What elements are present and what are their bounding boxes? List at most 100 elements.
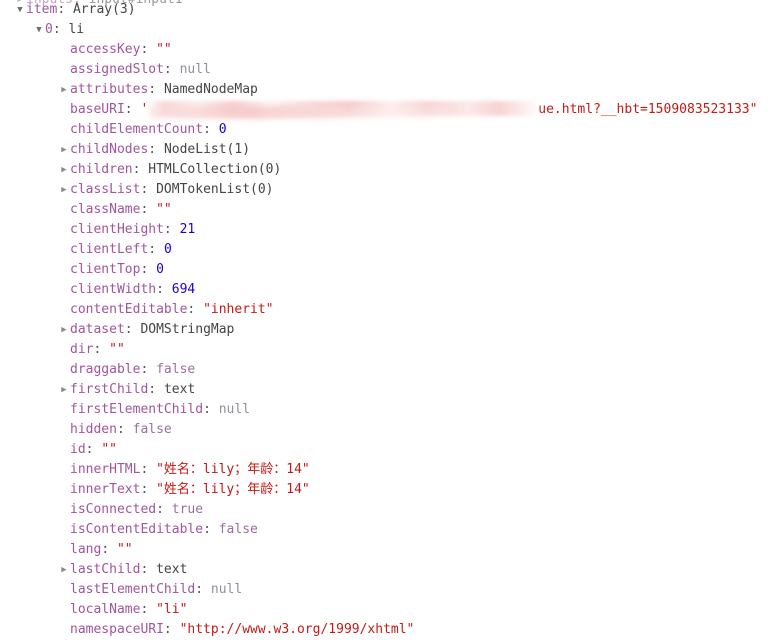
property-value: "li": [156, 602, 188, 617]
key-value-separator: :: [156, 282, 172, 297]
expanded-triangle-icon[interactable]: ▼: [33, 20, 45, 40]
key-value-separator: :: [163, 622, 180, 637]
property-value: 694: [171, 282, 196, 297]
property-value: null: [179, 62, 211, 77]
collapsed-triangle-icon[interactable]: ▶: [58, 560, 70, 580]
collapsed-triangle-icon[interactable]: ▶: [58, 380, 70, 400]
key-value-separator: :: [140, 562, 157, 577]
collapsed-triangle-icon[interactable]: ▶: [58, 320, 70, 340]
property-value[interactable]: text: [164, 382, 195, 397]
property-value[interactable]: text: [156, 562, 187, 577]
property-name: childElementCount: [70, 122, 204, 137]
property-name: clientHeight: [70, 222, 164, 237]
key-value-separator: :: [116, 422, 133, 437]
property-name: baseURI: [70, 102, 125, 117]
key-value-separator: :: [140, 42, 157, 57]
tree-row-item[interactable]: ▼ item: Array(3): [0, 0, 781, 20]
key-value-separator: :: [187, 302, 204, 317]
tree-row-clientwidth[interactable]: clientWidth: 694: [0, 280, 781, 300]
tree-row-accesskey[interactable]: accessKey: "": [0, 40, 781, 60]
tree-row-localname[interactable]: localName: "li": [0, 600, 781, 620]
console-object-inspector: ▶inputs: input#input1▼item: Array(3)▼0: …: [0, 0, 781, 644]
property-value: "": [156, 42, 172, 57]
property-value[interactable]: Array(3): [73, 2, 136, 17]
tree-row-draggable[interactable]: draggable: false: [0, 360, 781, 380]
property-name: clientWidth: [70, 282, 157, 297]
key-value-separator: :: [140, 262, 157, 277]
tree-row-clientleft[interactable]: clientLeft: 0: [0, 240, 781, 260]
key-value-separator: :: [124, 102, 141, 117]
tree-row-id[interactable]: id: "": [0, 440, 781, 460]
tree-row-assignedslot[interactable]: assignedSlot: null: [0, 60, 781, 80]
tree-row-attributes[interactable]: ▶ attributes: NamedNodeMap: [0, 80, 781, 100]
property-name: contentEditable: [70, 302, 188, 317]
property-name: lang: [70, 542, 102, 557]
key-value-separator: :: [148, 382, 164, 397]
tree-row-hidden[interactable]: hidden: false: [0, 420, 781, 440]
property-name: className: [70, 202, 141, 217]
key-value-separator: :: [140, 202, 157, 217]
property-value: false: [132, 422, 172, 437]
property-value: "http://www.w3.org/1999/xhtml": [179, 622, 415, 637]
tree-row-isconnected[interactable]: isConnected: true: [0, 500, 781, 520]
tree-row-clienttop[interactable]: clientTop: 0: [0, 260, 781, 280]
property-value: "": [156, 202, 172, 217]
property-name: hidden: [70, 422, 117, 437]
tree-row-firstelementchild[interactable]: firstElementChild: null: [0, 400, 781, 420]
key-value-separator: :: [156, 502, 172, 517]
property-name: classList: [70, 182, 141, 197]
property-name: assignedSlot: [70, 62, 164, 77]
key-value-separator: :: [203, 122, 219, 137]
property-value: "姓名：lily；年龄：14": [156, 462, 310, 477]
collapsed-triangle-icon[interactable]: ▶: [58, 160, 70, 180]
property-value: 0: [156, 262, 164, 277]
tree-row-childnodes[interactable]: ▶ childNodes: NodeList(1): [0, 140, 781, 160]
expanded-triangle-icon[interactable]: ▼: [14, 0, 26, 20]
property-name: firstChild: [70, 382, 149, 397]
key-value-separator: :: [101, 542, 117, 557]
tree-row-dir[interactable]: dir: "": [0, 340, 781, 360]
tree-row-firstchild[interactable]: ▶ firstChild: text: [0, 380, 781, 400]
property-value: 0: [218, 122, 227, 137]
key-value-separator: :: [140, 462, 157, 477]
tree-row-classlist[interactable]: ▶ classList: DOMTokenList(0): [0, 180, 781, 200]
tree-row-contenteditable[interactable]: contentEditable: "inherit": [0, 300, 781, 320]
tree-row-lang[interactable]: lang: "": [0, 540, 781, 560]
tree-row-classname[interactable]: className: "": [0, 200, 781, 220]
property-value: 0: [163, 242, 172, 257]
property-value[interactable]: li: [68, 22, 84, 37]
key-value-separator: :: [57, 2, 73, 17]
property-name: dir: [70, 342, 94, 357]
tree-row-innerhtml[interactable]: innerHTML: "姓名：lily；年龄：14": [0, 460, 781, 480]
tree-row-children[interactable]: ▶ children: HTMLCollection(0): [0, 160, 781, 180]
tree-row-0[interactable]: ▼ 0: li: [0, 20, 781, 40]
property-name: children: [70, 162, 133, 177]
property-value[interactable]: HTMLCollection(0): [148, 162, 281, 177]
collapsed-triangle-icon[interactable]: ▶: [58, 180, 70, 200]
tree-row-namespaceuri[interactable]: namespaceURI: "http://www.w3.org/1999/xh…: [0, 620, 781, 640]
tree-row-dataset[interactable]: ▶ dataset: DOMStringMap: [0, 320, 781, 340]
tree-row-lastelementchild[interactable]: lastElementChild: null: [0, 580, 781, 600]
property-value: "inherit": [203, 302, 274, 317]
tree-row-innertext[interactable]: innerText: "姓名：lily；年龄：14": [0, 480, 781, 500]
property-value[interactable]: NamedNodeMap: [164, 82, 258, 97]
tree-row-baseuri[interactable]: baseURI: ' ue.html?__hbt=1509083523133": [0, 100, 781, 120]
property-name: firstElementChild: [70, 402, 204, 417]
tree-row-clientheight[interactable]: clientHeight: 21: [0, 220, 781, 240]
tree-row-childelementcount[interactable]: childElementCount: 0: [0, 120, 781, 140]
property-value: "": [116, 542, 133, 557]
property-value[interactable]: DOMStringMap: [140, 322, 234, 337]
property-value: "": [101, 442, 117, 457]
property-name: clientTop: [70, 262, 141, 277]
key-value-separator: :: [163, 222, 180, 237]
property-value[interactable]: NodeList(1): [164, 142, 250, 157]
property-name: accessKey: [70, 42, 141, 57]
property-value[interactable]: DOMTokenList(0): [156, 182, 273, 197]
tree-row-iscontenteditable[interactable]: isContentEditable: false: [0, 520, 781, 540]
key-value-separator: :: [124, 322, 141, 337]
collapsed-triangle-icon[interactable]: ▶: [58, 80, 70, 100]
tree-row-lastchild[interactable]: ▶ lastChild: text: [0, 560, 781, 580]
property-name: draggable: [70, 362, 141, 377]
key-value-separator: :: [203, 402, 219, 417]
collapsed-triangle-icon[interactable]: ▶: [58, 140, 70, 160]
